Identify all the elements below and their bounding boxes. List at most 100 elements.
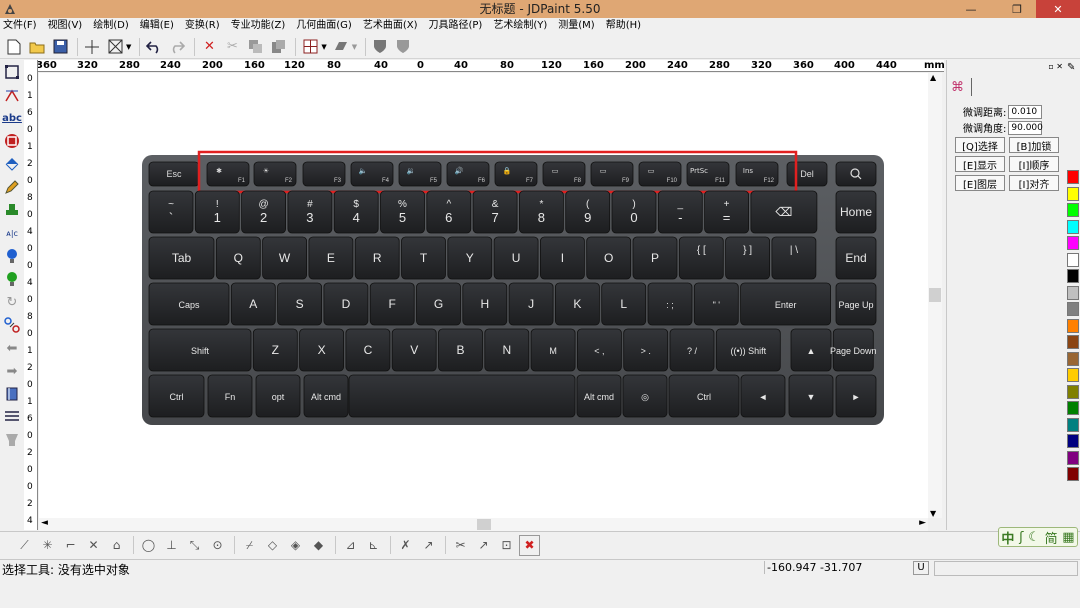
cut-icon[interactable]: ✂ bbox=[222, 37, 242, 57]
new-file-icon[interactable] bbox=[4, 37, 24, 57]
perpendicular-icon[interactable]: ⊥ bbox=[161, 535, 182, 556]
select-node-icon[interactable] bbox=[1, 61, 23, 83]
chevron-down-icon[interactable]: ▼ bbox=[126, 43, 131, 51]
color-swatch[interactable] bbox=[1067, 401, 1079, 415]
node-x-icon[interactable]: ✗ bbox=[395, 535, 416, 556]
crosshair-icon[interactable] bbox=[82, 37, 102, 57]
edit-curve-icon[interactable] bbox=[1, 84, 23, 106]
scroll-right-arrow[interactable]: ► bbox=[919, 518, 926, 528]
ime-keyboard-icon[interactable]: ▦ bbox=[1062, 530, 1074, 545]
panel-tab-icon[interactable]: ⌘ bbox=[951, 80, 964, 95]
color-swatch[interactable] bbox=[1067, 384, 1079, 399]
restore-button[interactable]: ❐ bbox=[1004, 0, 1030, 18]
light-bulb-grey-icon[interactable] bbox=[1, 429, 23, 451]
delete-icon[interactable]: ✕ bbox=[199, 37, 219, 57]
circle-center-icon[interactable]: ◯ bbox=[138, 535, 159, 556]
node-arrow-icon[interactable]: ↗ bbox=[418, 535, 439, 556]
color-swatch[interactable] bbox=[1067, 285, 1079, 300]
list-lines-icon[interactable] bbox=[1, 406, 23, 428]
color-swatch[interactable] bbox=[1067, 351, 1079, 366]
menu-item-10[interactable]: 测量(M) bbox=[558, 18, 594, 34]
open-folder-icon[interactable] bbox=[27, 37, 47, 57]
vertical-scrollbar[interactable]: ▲ ▼ bbox=[928, 73, 942, 518]
distance-input[interactable]: 0.010 bbox=[1008, 104, 1043, 119]
minimize-button[interactable]: — bbox=[958, 0, 984, 18]
intersection-icon[interactable]: ✕ bbox=[83, 535, 104, 556]
menu-item-4[interactable]: 变换(R) bbox=[185, 18, 220, 34]
cancel-icon[interactable]: ✖ bbox=[519, 534, 540, 556]
midpoint-icon[interactable]: ⊙ bbox=[207, 535, 228, 556]
color-swatch[interactable] bbox=[1067, 186, 1079, 201]
transform-icon[interactable] bbox=[1, 314, 23, 336]
copy-icon[interactable] bbox=[245, 37, 265, 57]
color-swatch[interactable] bbox=[1067, 318, 1079, 333]
close-button[interactable]: ✕ bbox=[1036, 0, 1080, 18]
color-swatch[interactable] bbox=[1067, 302, 1079, 316]
arrow-right-icon[interactable]: ➡ bbox=[1, 360, 23, 382]
menu-item-3[interactable]: 编辑(E) bbox=[140, 18, 174, 34]
scroll-down-arrow[interactable]: ▼ bbox=[930, 509, 936, 518]
color-swatch[interactable] bbox=[1067, 269, 1079, 283]
shade-icon[interactable] bbox=[331, 37, 351, 57]
corner-icon[interactable]: ⌐ bbox=[60, 535, 81, 556]
display-button[interactable]: [E]显示 bbox=[955, 156, 1005, 172]
box-select-icon[interactable] bbox=[105, 37, 125, 57]
pencil-tool-icon[interactable] bbox=[1, 176, 23, 198]
horizontal-scroll-thumb[interactable] bbox=[477, 519, 491, 530]
unit-toggle[interactable]: U bbox=[913, 561, 929, 575]
layer-button[interactable]: [E]图层 bbox=[955, 175, 1005, 191]
undo-icon[interactable] bbox=[144, 37, 164, 57]
color-swatch[interactable] bbox=[1067, 252, 1079, 267]
shield-outline-icon[interactable] bbox=[393, 37, 413, 57]
align-button[interactable]: [I]对齐 bbox=[1009, 175, 1059, 191]
menu-item-2[interactable]: 绘制(D) bbox=[93, 18, 129, 34]
paste-icon[interactable] bbox=[268, 37, 288, 57]
menu-item-1[interactable]: 视图(V) bbox=[48, 18, 83, 34]
color-swatch[interactable] bbox=[1067, 368, 1079, 382]
menu-item-5[interactable]: 专业功能(Z) bbox=[231, 18, 286, 34]
ime-moon-icon[interactable]: ☾ bbox=[1028, 530, 1040, 545]
stop-sign-icon[interactable] bbox=[1, 130, 23, 152]
menu-item-11[interactable]: 帮助(H) bbox=[606, 18, 641, 34]
ime-chinese-mode[interactable]: 中 bbox=[1001, 528, 1014, 547]
shield-icon[interactable] bbox=[370, 37, 390, 57]
menu-item-8[interactable]: 刀具路径(P) bbox=[429, 18, 483, 34]
scroll-up-arrow[interactable]: ▲ bbox=[930, 73, 936, 82]
menu-item-9[interactable]: 艺术绘制(Y) bbox=[493, 18, 547, 34]
color-swatch[interactable] bbox=[1067, 434, 1079, 448]
arrow-left-icon[interactable]: ⬅ bbox=[1, 337, 23, 359]
scale-tool-icon[interactable]: ᴀ|ᴄ bbox=[1, 222, 23, 244]
menu-item-7[interactable]: 艺术曲面(X) bbox=[363, 18, 418, 34]
palette-tools[interactable]: ✎ bbox=[1067, 60, 1075, 75]
line-snap-icon[interactable]: ⟋ bbox=[14, 535, 35, 556]
angle-icon[interactable]: ⌿ bbox=[239, 535, 260, 556]
flat-icon[interactable]: ⊿ bbox=[340, 535, 361, 556]
menu-item-0[interactable]: 文件(F) bbox=[3, 18, 37, 34]
diamond-grid-icon[interactable]: ◈ bbox=[285, 535, 306, 556]
chevron-down-icon[interactable]: ▼ bbox=[352, 43, 357, 51]
drawing-canvas[interactable]: Esc F1 ✱ F2 ☀ F3 F4 🔈 F5 🔉 F6 🔊 F7 🔒 F8 ▭ F9 ▭ F10 ▭ F11 PrtS… bbox=[39, 73, 928, 518]
rotate-view-icon[interactable]: ↻ bbox=[1, 291, 23, 313]
ime-toolbar[interactable]: 中 ʃ ☾ 简 ▦ bbox=[998, 527, 1078, 547]
book-icon[interactable] bbox=[1, 383, 23, 405]
angle-input[interactable]: 90.000 bbox=[1008, 120, 1043, 135]
menu-item-6[interactable]: 几何曲面(G) bbox=[296, 18, 352, 34]
color-swatch[interactable] bbox=[1067, 170, 1079, 184]
vertical-scroll-thumb[interactable] bbox=[929, 288, 941, 302]
color-swatch[interactable] bbox=[1067, 335, 1079, 349]
color-swatch[interactable] bbox=[1067, 236, 1079, 250]
color-swatch[interactable] bbox=[1067, 450, 1079, 465]
tangent-icon[interactable]: ⌂ bbox=[106, 535, 127, 556]
light-bulb-blue-icon[interactable] bbox=[1, 245, 23, 267]
redo-icon[interactable] bbox=[167, 37, 187, 57]
light-bulb-green-icon[interactable] bbox=[1, 268, 23, 290]
ime-simplified[interactable]: 简 bbox=[1045, 528, 1058, 547]
stamp-tool-icon[interactable] bbox=[1, 199, 23, 221]
extend-icon[interactable]: ↗ bbox=[473, 535, 494, 556]
offset-icon[interactable]: ⊡ bbox=[496, 535, 517, 556]
chevron-down-icon[interactable]: ▼ bbox=[321, 43, 326, 51]
lock-button[interactable]: [B]加锁 bbox=[1009, 137, 1059, 153]
nearest-icon[interactable]: ⤡ bbox=[184, 535, 205, 556]
text-tool-icon[interactable]: abc bbox=[1, 107, 23, 129]
color-swatch[interactable] bbox=[1067, 219, 1079, 234]
